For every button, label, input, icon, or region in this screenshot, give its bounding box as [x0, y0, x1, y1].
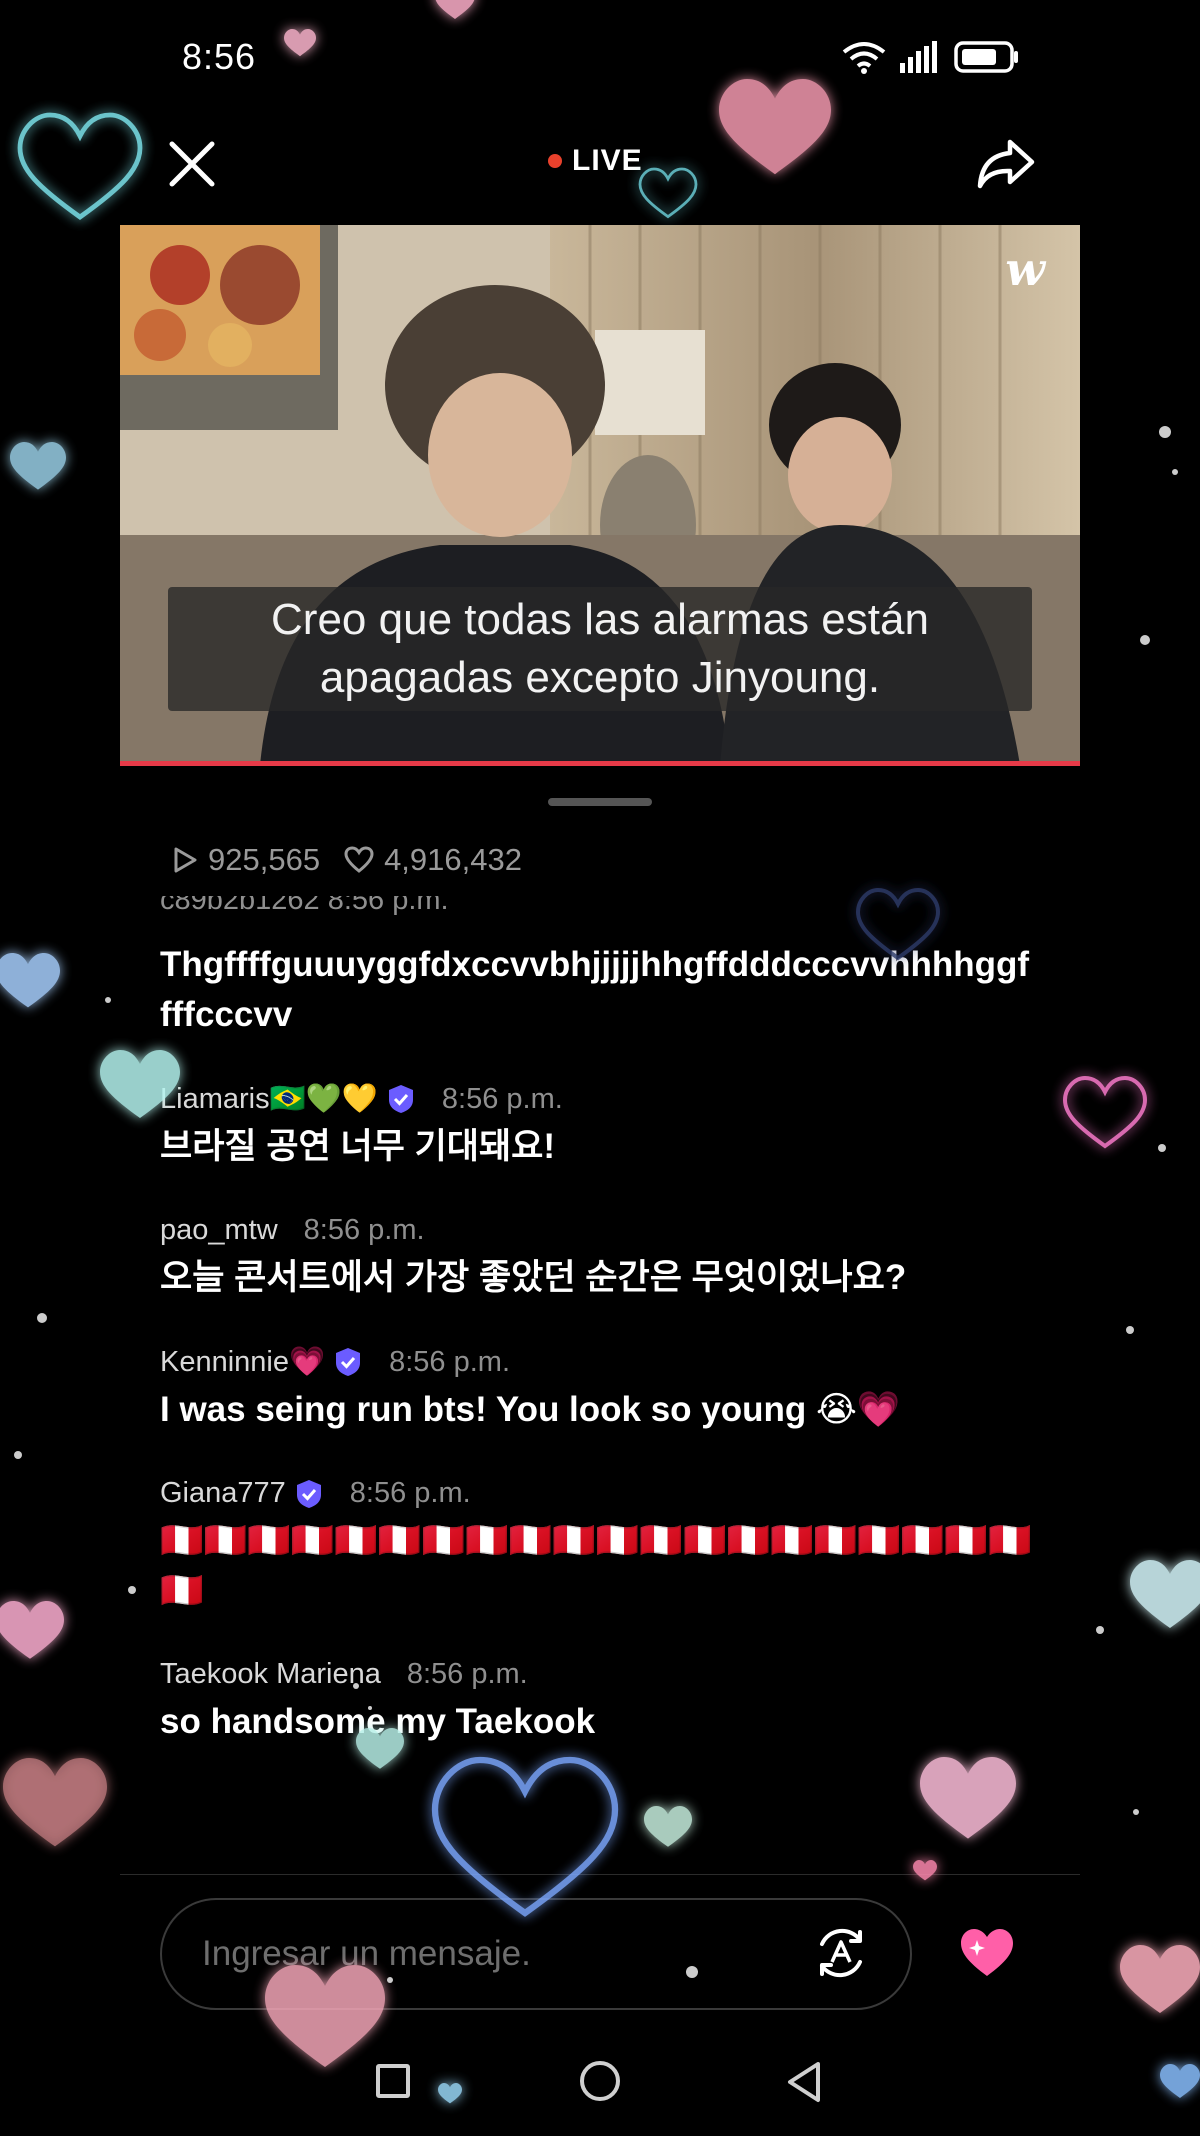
back-icon[interactable] — [784, 2060, 824, 2104]
video-subtitle: Creo que todas las alarmas están apagada… — [168, 587, 1032, 711]
home-button[interactable] — [580, 2061, 620, 2101]
video-progress-bar — [120, 761, 1080, 766]
message-time: 8:56 p.m. — [303, 1214, 425, 1246]
message-text: I was seing run bts! You look so young 😭… — [160, 1390, 901, 1429]
message-header: Kenninnie💗 8:56 p.m. — [160, 1345, 1040, 1379]
message-text: Thgffffguuuyggfdxccvvbhjjjjjhhgffdddcccv… — [160, 945, 1030, 1034]
chat-message: Giana777 8:56 p.m. 🇵🇪🇵🇪🇵🇪🇵🇪🇵🇪🇵🇪🇵🇪🇵🇪🇵🇪🇵🇪🇵… — [160, 1477, 1040, 1616]
message-header: Giana777 8:56 p.m. — [160, 1477, 1040, 1510]
status-icons — [842, 40, 1020, 74]
chat-message: Liamaris🇧🇷💚💛 8:56 p.m. 브라질 공연 너무 기대돼요! — [160, 1082, 1040, 1172]
message-input[interactable] — [160, 1898, 912, 2010]
verified-badge-icon — [336, 1348, 361, 1376]
live-indicator: LIVE — [548, 144, 643, 178]
message-user[interactable]: Kenninnie💗 — [160, 1345, 325, 1379]
message-user[interactable]: Giana777 — [160, 1477, 286, 1510]
chat-message: Taekook Mariena 8:56 p.m. so handsome my… — [160, 1658, 1040, 1747]
message-header: Liamaris🇧🇷💚💛 8:56 p.m. — [160, 1082, 1040, 1116]
battery-icon — [954, 41, 1018, 73]
message-text: 오늘 콘서트에서 가장 좋았던 순간은 무엇이었나요? — [160, 1258, 907, 1297]
weverse-logo: w — [1005, 242, 1045, 296]
message-user[interactable]: Taekook Mariena — [160, 1658, 381, 1691]
share-icon[interactable] — [974, 134, 1038, 194]
message-text: 🇵🇪🇵🇪🇵🇪🇵🇪🇵🇪🇵🇪🇵🇪🇵🇪🇵🇪🇵🇪🇵🇪🇵🇪🇵🇪🇵🇪🇵🇪🇵🇪🇵🇪🇵🇪🇵🇪🇵🇪… — [160, 1521, 1032, 1610]
live-label: LIVE — [572, 144, 643, 177]
partial-message-header: c89b2b1262 8:56 p.m. — [160, 896, 449, 916]
chat-message: Kenninnie💗 8:56 p.m. I was seing run bts… — [160, 1345, 1040, 1435]
message-time: 8:56 p.m. — [441, 1082, 563, 1115]
message-user[interactable]: Liamaris🇧🇷💚💛 — [160, 1082, 378, 1116]
live-dot-icon — [548, 154, 562, 168]
message-time: 8:56 p.m. — [389, 1345, 511, 1378]
signal-icon — [900, 41, 937, 73]
verified-badge-icon — [296, 1479, 321, 1508]
live-stats: 925,565 4,916,432 — [172, 842, 522, 878]
status-time: 8:56 — [182, 36, 257, 77]
like-count: 4,916,432 — [384, 842, 522, 877]
message-header: pao_mtw 8:56 p.m. — [160, 1214, 1040, 1247]
message-time: 8:56 p.m. — [349, 1477, 471, 1509]
message-text: so handsome my Taekook — [160, 1702, 596, 1741]
recent-apps-button[interactable] — [376, 2064, 410, 2098]
subtitle-line: Creo que todas las alarmas están — [271, 595, 929, 644]
message-time: 8:56 p.m. — [406, 1658, 528, 1690]
wifi-icon — [842, 42, 886, 74]
chat-divider — [120, 1874, 1080, 1875]
play-icon — [174, 847, 197, 873]
chat-list[interactable]: c89b2b1262 8:56 p.m. Thgffffguuuyggfdxcc… — [160, 896, 1040, 1866]
message-user[interactable]: pao_mtw — [160, 1214, 278, 1247]
subtitle-line: apagadas excepto Jinyoung. — [319, 653, 881, 702]
heart-outline-icon — [344, 846, 374, 873]
chat-message: Thgffffguuuyggfdxccvvbhjjjjjhhgffdddcccv… — [160, 940, 1040, 1040]
message-text: 브라질 공연 너무 기대돼요! — [160, 1127, 556, 1166]
chat-message: pao_mtw 8:56 p.m. 오늘 콘서트에서 가장 좋았던 순간은 무엇… — [160, 1214, 1040, 1303]
translate-icon[interactable] — [812, 1924, 870, 1982]
verified-badge-icon — [388, 1085, 413, 1113]
play-count: 925,565 — [208, 842, 321, 877]
drag-handle[interactable] — [548, 798, 652, 806]
message-header: Taekook Mariena 8:56 p.m. — [160, 1658, 1040, 1691]
close-icon[interactable] — [164, 136, 220, 192]
heart-sparkle-icon[interactable] — [958, 1926, 1016, 1980]
